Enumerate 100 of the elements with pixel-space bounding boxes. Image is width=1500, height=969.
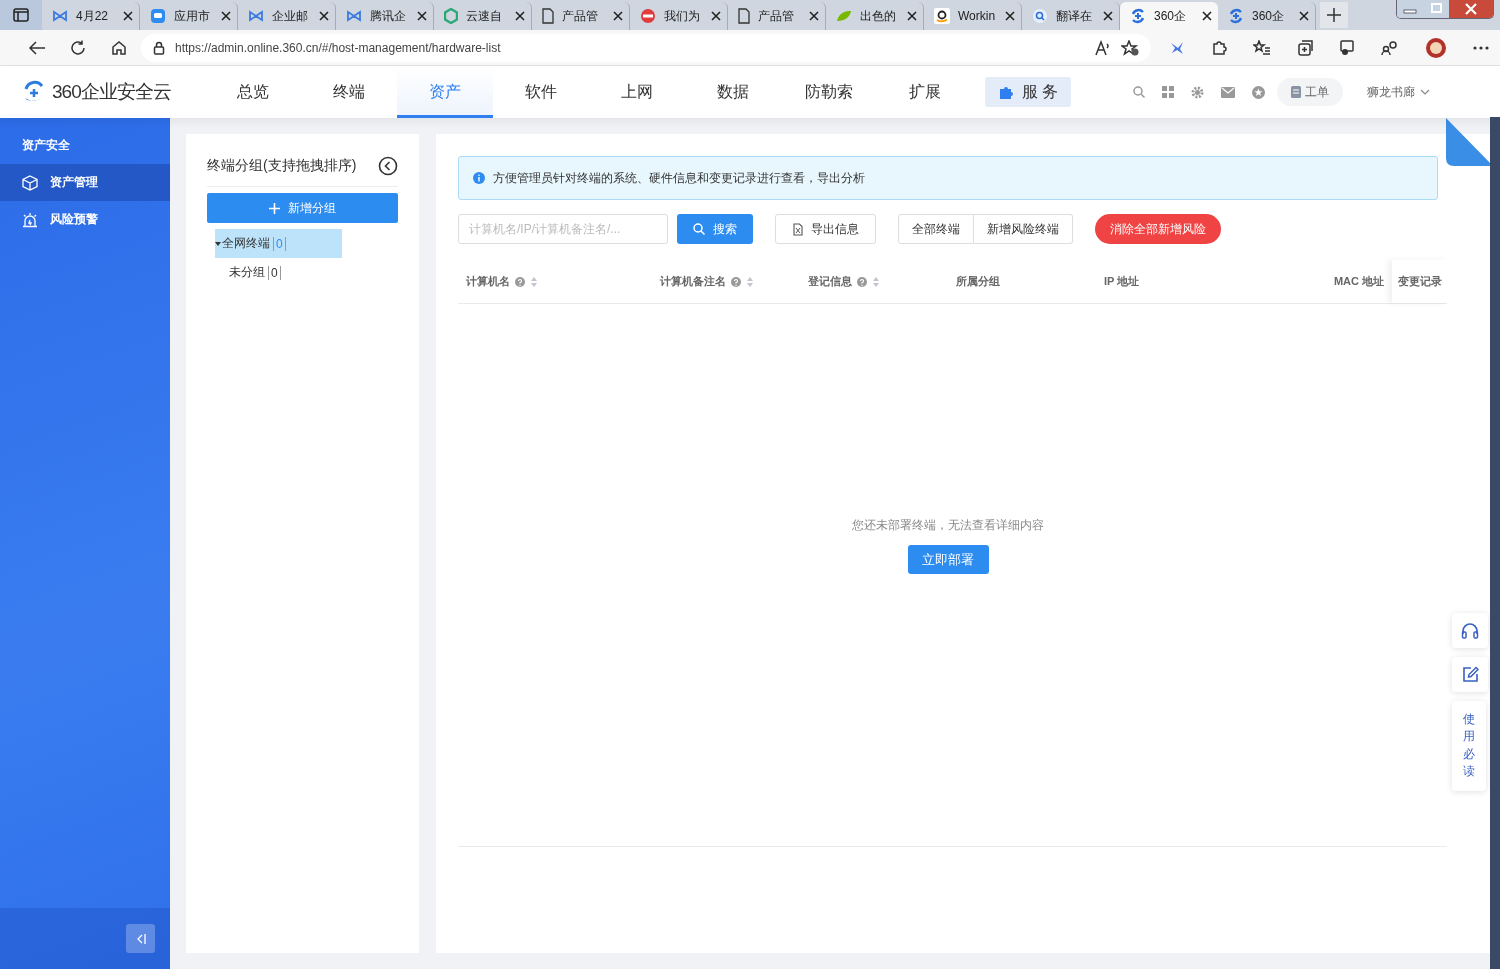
column-header[interactable]: 计算机备注名 [652,260,800,303]
support-button[interactable] [1452,613,1488,648]
people-icon[interactable] [1381,39,1399,56]
ticket-button[interactable]: 工单 [1277,78,1343,106]
logo-text: 360企业安全云 [52,80,171,104]
headset-icon [1461,622,1479,639]
mail-icon[interactable] [1221,86,1235,98]
browser-tab[interactable]: 360企 [1120,2,1218,30]
address-field[interactable]: https://admin.online.360.cn/#/host-management/hardware-list [141,33,1151,62]
screen-icon[interactable] [1339,39,1355,56]
sidebar-item[interactable]: 风险预警 [0,201,170,238]
nav-tab[interactable]: 防勒索 [781,66,877,118]
close-icon[interactable] [1202,11,1212,21]
corner-flag-icon [1446,118,1493,166]
nav-tab[interactable]: 扩展 [877,66,973,118]
close-icon[interactable] [417,11,427,21]
alarm-icon [22,211,38,228]
filter-tab[interactable]: 全部终端 [898,214,974,244]
help-icon [857,276,867,287]
bowtie-icon [248,10,264,22]
collapse-panel-icon[interactable] [378,156,398,176]
export-button[interactable]: 导出信息 [775,214,876,244]
close-icon[interactable] [711,11,721,21]
edit-icon [1461,666,1479,683]
nav-tab[interactable]: 终端 [301,66,397,118]
chevron-down-icon [1420,89,1430,95]
ticket-icon [1291,86,1301,98]
nav-tab[interactable]: 总览 [205,66,301,118]
column-header[interactable]: IP 地址 [1096,260,1244,303]
search-icon [1032,8,1048,24]
collections-icon[interactable] [1297,39,1313,56]
reload-icon[interactable] [69,39,86,56]
close-icon[interactable] [613,11,623,21]
back-icon[interactable] [27,39,46,56]
avatar-icon[interactable] [1425,36,1447,59]
close-icon[interactable] [907,11,917,21]
favorite-add-icon[interactable] [1121,39,1139,56]
service-button[interactable]: 服 务 [985,77,1071,107]
logo-icon [22,80,46,104]
sidebar-section-title: 资产安全 [21,137,71,154]
empty-message: 您还未部署终端，无法查看详细内容 [852,517,1044,534]
filter-tab[interactable]: 新增风险终端 [974,214,1073,244]
column-header[interactable]: 登记信息 [800,260,948,303]
plus-icon [269,202,280,214]
smile-arc-icon [934,8,950,24]
close-icon[interactable] [1299,11,1309,21]
grid-icon[interactable] [1162,86,1174,98]
info-text: 方便管理员针对终端的系统、硬件信息和变更记录进行查看，导出分析 [493,169,865,187]
sidebar-item[interactable]: 资产管理 [0,164,170,201]
search-icon [693,223,705,235]
puzzle-icon [997,84,1014,100]
no-entry-icon [640,8,656,24]
column-header[interactable]: 变更记录 [1392,260,1447,303]
settings-icon[interactable] [1191,85,1204,99]
new-tab-button[interactable] [1320,2,1348,28]
help-icon [731,276,741,287]
hexagon-icon [444,8,458,24]
puzzle-icon[interactable] [1211,39,1227,56]
home-icon[interactable] [110,39,127,56]
close-icon[interactable] [221,11,231,21]
tab-list-icon[interactable] [13,8,29,22]
scrollbar[interactable] [1490,117,1500,969]
close-icon[interactable] [1005,11,1015,21]
caret-down-icon [215,241,221,246]
page-icon [542,8,554,24]
lock-icon [153,40,165,55]
search-icon[interactable] [1133,86,1145,98]
close-icon[interactable] [1103,11,1113,21]
nav-tab[interactable]: 上网 [589,66,685,118]
plus-icon [1327,8,1341,22]
help-icon [515,276,525,287]
search-field[interactable]: 计算机名/IP/计算机备注名/... [458,214,668,244]
bowtie-icon [346,10,362,22]
tree-node[interactable]: 未分组 0 [229,258,337,287]
more-icon[interactable] [1473,45,1489,50]
nav-tab[interactable]: 软件 [493,66,589,118]
close-icon[interactable] [123,11,133,21]
bowtie-icon [52,10,68,22]
cube-icon [22,174,38,191]
star-badge-icon[interactable] [1252,85,1265,99]
clear-risk-button[interactable]: 消除全部新增风险 [1095,214,1221,244]
nav-tab[interactable]: 数据 [685,66,781,118]
nav-tab[interactable]: 资产 [397,66,493,118]
close-icon[interactable] [319,11,329,21]
column-header[interactable]: 所属分组 [948,260,1096,303]
chat-bubble-icon [150,8,166,24]
column-header[interactable]: MAC 地址 [1244,260,1392,303]
favorites-icon[interactable] [1253,39,1271,56]
user-menu[interactable]: 狮龙书廊 [1367,83,1430,101]
swirl-icon [1228,8,1244,24]
tree-node[interactable]: 全网终端 0 [215,229,342,258]
page-icon [738,8,750,24]
column-header[interactable]: 计算机名 [458,260,652,303]
feedback-button[interactable] [1452,657,1488,692]
guide-button[interactable]: 使用必读 [1452,701,1486,791]
close-icon[interactable] [515,11,525,21]
panel-title: 终端分组(支持拖拽排序) [207,157,357,175]
close-icon[interactable] [809,11,819,21]
read-aloud-icon[interactable] [1095,39,1111,56]
swirl-icon [1130,8,1146,24]
